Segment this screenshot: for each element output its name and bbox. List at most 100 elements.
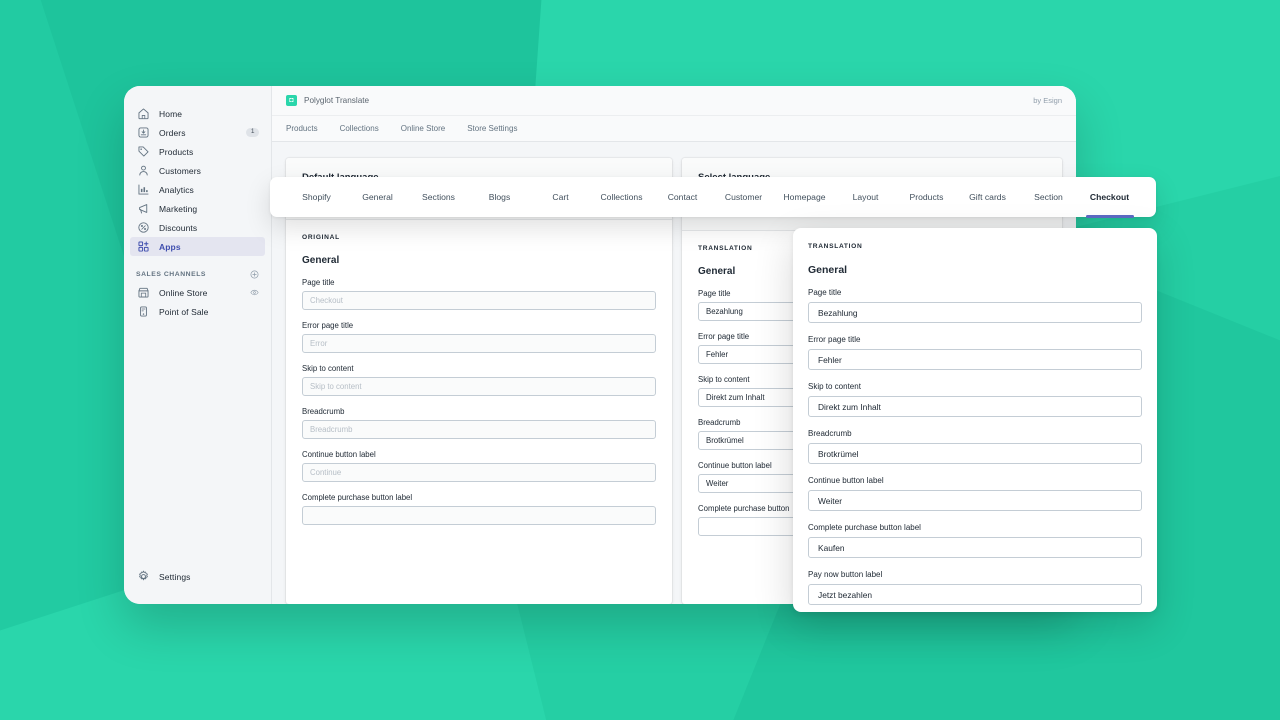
sidebar-item-point-of-sale[interactable]: Point of Sale (130, 302, 265, 321)
apps-icon (136, 240, 150, 254)
sidebar-item-products[interactable]: Products (130, 142, 265, 161)
tab-checkout[interactable]: Checkout (1079, 177, 1140, 217)
field-error-page-title: Error page title Fehler (808, 335, 1142, 370)
tab-label: Checkout (1089, 192, 1130, 202)
app-nav-item-store-settings[interactable]: Store Settings (467, 124, 517, 133)
category-tabbar: Shopify General Sections Blogs Cart Collectio… (270, 177, 1156, 217)
tab-homepage[interactable]: Homepage (774, 177, 835, 217)
sidebar-item-orders[interactable]: Orders 1 (130, 123, 265, 142)
sidebar-item-discounts[interactable]: Discounts (130, 218, 265, 237)
tab-label: Shopify (302, 192, 331, 202)
sidebar-item-analytics[interactable]: Analytics (130, 180, 265, 199)
field-error-page-title: Error page title Error (302, 321, 656, 353)
tab-label: Sections (422, 192, 455, 202)
app-bar: ◘ Polyglot Translate by Esign (272, 86, 1076, 116)
field-input[interactable]: Kaufen (808, 537, 1142, 558)
tab-label: Section (1034, 192, 1063, 202)
field-label: Page title (808, 288, 842, 297)
sidebar-item-settings[interactable]: Settings (130, 567, 265, 586)
float-card-fields: Page title Bezahlung Error page title Fehle… (808, 288, 1142, 605)
tab-label: Contact (667, 192, 698, 202)
app-nav-item-collections[interactable]: Collections (340, 124, 379, 133)
tab-customer[interactable]: Customer (713, 177, 774, 217)
field-input[interactable]: Weiter (808, 490, 1142, 511)
tab-layout[interactable]: Layout (835, 177, 896, 217)
sidebar-item-marketing[interactable]: Marketing (130, 199, 265, 218)
field-input[interactable]: Brotkrümel (808, 443, 1142, 464)
eye-icon[interactable] (250, 288, 259, 297)
app-vendor-label: by Esign (1033, 96, 1062, 105)
field-page-title: Page title Bezahlung (808, 288, 1142, 323)
field-label: Continue button label (808, 476, 884, 485)
megaphone-icon (136, 202, 150, 216)
tab-products[interactable]: Products (896, 177, 957, 217)
field-input[interactable]: Error (302, 334, 656, 353)
sidebar-item-customers[interactable]: Customers (130, 161, 265, 180)
tab-general[interactable]: General (347, 177, 408, 217)
bar-chart-icon (136, 183, 150, 197)
app-title: Polyglot Translate (304, 96, 370, 105)
tab-gift-cards[interactable]: Gift cards (957, 177, 1018, 217)
field-page-title: Page title Checkout (302, 278, 656, 310)
field-input[interactable]: Breadcrumb (302, 420, 656, 439)
app-nav-item-online-store[interactable]: Online Store (401, 124, 445, 133)
tab-blogs[interactable]: Blogs (469, 177, 530, 217)
app-nav: Products Collections Online Store Store Set… (272, 116, 1076, 142)
sidebar-item-label: Marketing (159, 203, 198, 214)
field-continue-button-label: Continue button label Continue (302, 450, 656, 482)
add-sales-channel-icon[interactable] (250, 270, 259, 279)
field-label: Complete purchase button label (302, 493, 413, 502)
tab-shopify[interactable]: Shopify (286, 177, 347, 217)
field-breadcrumb: Breadcrumb Breadcrumb (302, 407, 656, 439)
tab-section[interactable]: Section (1018, 177, 1079, 217)
sidebar-item-apps[interactable]: Apps (130, 237, 265, 256)
field-continue-button-label: Continue button label Weiter (808, 476, 1142, 511)
field-breadcrumb: Breadcrumb Brotkrümel (808, 429, 1142, 464)
home-icon (136, 107, 150, 121)
field-label: Breadcrumb (302, 407, 345, 416)
sidebar-item-label: Discounts (159, 222, 198, 233)
field-complete-purchase-button-label: Complete purchase button label (302, 493, 656, 525)
field-label: Complete purchase button label (808, 523, 921, 532)
sidebar-item-home[interactable]: Home (130, 104, 265, 123)
tab-label: Gift cards (969, 192, 1006, 202)
tab-sections[interactable]: Sections (408, 177, 469, 217)
person-icon (136, 164, 150, 178)
tab-contact[interactable]: Contact (652, 177, 713, 217)
tab-collections[interactable]: Collections (591, 177, 652, 217)
field-label: Error page title (808, 335, 861, 344)
sidebar-item-online-store[interactable]: Online Store (130, 283, 265, 302)
field-input[interactable]: Continue (302, 463, 656, 482)
sidebar-item-label: Products (159, 146, 194, 157)
polyglot-logo-icon: ◘ (286, 95, 297, 106)
tab-label: General (362, 192, 393, 202)
store-icon (136, 286, 150, 300)
field-input[interactable]: Fehler (808, 349, 1142, 370)
tab-label: Layout (852, 192, 879, 202)
field-input[interactable]: Checkout (302, 291, 656, 310)
discount-icon (136, 221, 150, 235)
field-input[interactable]: Bezahlung (808, 302, 1142, 323)
field-input[interactable]: Jetzt bezahlen (808, 584, 1142, 605)
sidebar-item-label: Home (159, 108, 183, 119)
field-input[interactable]: Direkt zum Inhalt (808, 396, 1142, 417)
tab-label: Cart (552, 192, 569, 202)
sales-channels-list: Online Store Point of Sale (124, 283, 271, 321)
field-input[interactable] (302, 506, 656, 525)
sidebar-item-label: Analytics (159, 184, 194, 195)
field-label: Continue button label (302, 450, 376, 459)
original-panel: Default language English (en) ORIGINAL G… (286, 158, 672, 604)
field-skip-to-content: Skip to content Skip to content (302, 364, 656, 396)
gear-icon (136, 570, 150, 584)
field-input[interactable]: Skip to content (302, 377, 656, 396)
orders-icon (136, 126, 150, 140)
field-pay-now-button-label: Pay now button label Jetzt bezahlen (808, 570, 1142, 605)
sidebar: Home Orders 1 Products Customers Analytics Mar… (124, 86, 272, 604)
field-label: Breadcrumb (808, 429, 852, 438)
tab-cart[interactable]: Cart (530, 177, 591, 217)
field-label: Page title (302, 278, 335, 287)
tab-label: Collections (600, 192, 643, 202)
original-panel-body: ORIGINAL General Page title Checkout Error… (286, 220, 672, 604)
app-nav-item-products[interactable]: Products (286, 124, 318, 133)
field-skip-to-content: Skip to content Direkt zum Inhalt (808, 382, 1142, 417)
